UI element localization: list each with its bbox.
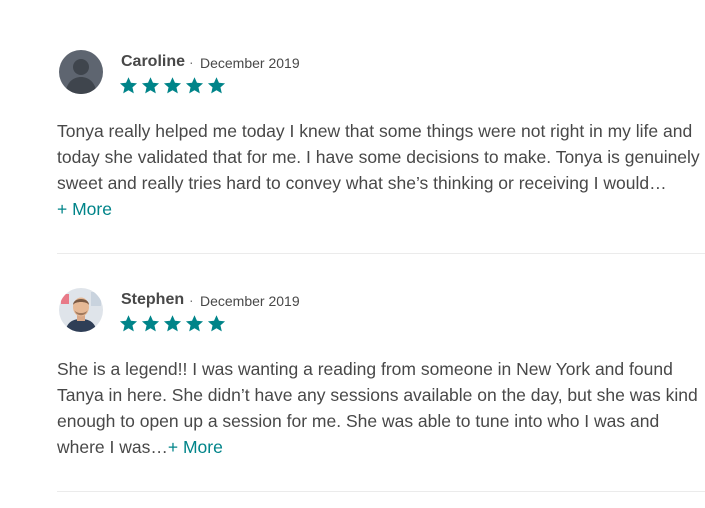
- avatar[interactable]: [59, 288, 103, 332]
- separator-dot: ·: [189, 292, 194, 308]
- star-icon: [163, 314, 182, 333]
- reviews-list: Caroline · December 2019 Tonya really he…: [0, 0, 705, 508]
- more-link[interactable]: + More: [168, 437, 223, 457]
- star-icon: [163, 76, 182, 95]
- review-text-line: sweet and really tries hard to convey wh…: [57, 173, 667, 193]
- review-header: Caroline · December 2019: [57, 48, 705, 98]
- star-icon: [119, 76, 138, 95]
- more-link[interactable]: + More: [57, 199, 112, 219]
- review-item: Stephen · December 2019 She is a legend!…: [57, 286, 705, 460]
- star-icon: [119, 314, 138, 333]
- star-icon: [141, 76, 160, 95]
- review-text-line: today she validated that for me. I have …: [57, 147, 700, 167]
- user-photo-avatar-icon: [59, 288, 103, 332]
- review-text: Tonya really helped me today I knew that…: [57, 118, 705, 222]
- review-text-line: where I was…: [57, 437, 168, 457]
- star-rating: [119, 76, 226, 96]
- review-text-line: She is a legend!! I was wanting a readin…: [57, 359, 673, 379]
- star-icon: [207, 314, 226, 333]
- review-item: Caroline · December 2019 Tonya really he…: [57, 48, 705, 222]
- separator-dot: ·: [189, 54, 194, 70]
- review-date: December 2019: [200, 293, 300, 309]
- star-icon: [185, 314, 204, 333]
- review-text: She is a legend!! I was wanting a readin…: [57, 356, 705, 460]
- divider: [57, 253, 705, 254]
- review-text-line: enough to open up a session for me. She …: [57, 411, 660, 431]
- divider: [57, 491, 705, 492]
- star-icon: [185, 76, 204, 95]
- reviewer-name[interactable]: Caroline: [121, 53, 185, 71]
- reviewer-name[interactable]: Stephen: [121, 291, 184, 309]
- review-date: December 2019: [200, 55, 300, 71]
- avatar[interactable]: [59, 50, 103, 94]
- default-user-avatar-icon: [59, 50, 103, 94]
- star-rating: [119, 314, 226, 334]
- review-header: Stephen · December 2019: [57, 286, 705, 336]
- review-text-line: Tanya in here. She didn’t have any sessi…: [57, 385, 698, 405]
- review-text-line: Tonya really helped me today I knew that…: [57, 121, 693, 141]
- star-icon: [141, 314, 160, 333]
- star-icon: [207, 76, 226, 95]
